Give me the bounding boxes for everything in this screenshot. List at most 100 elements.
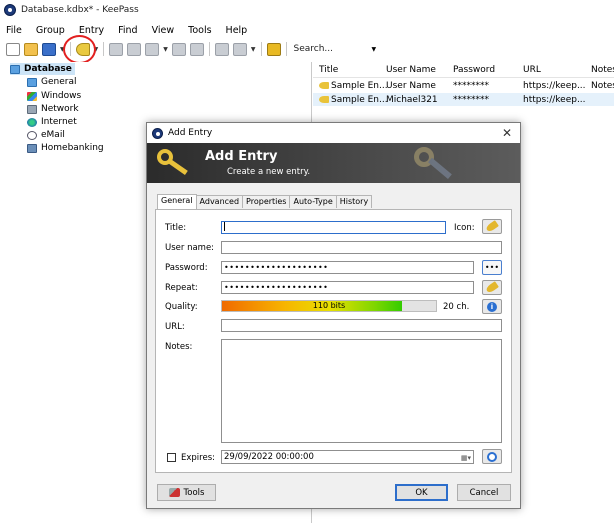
tree-item-label: eMail xyxy=(41,130,65,140)
menu-tools[interactable]: Tools xyxy=(188,25,211,36)
column-header-notes[interactable]: Notes xyxy=(591,65,614,75)
tree-item-label: Homebanking xyxy=(41,143,104,153)
ok-button[interactable]: OK xyxy=(395,484,448,501)
table-row[interactable]: Sample En... Michael321 ******** https:/… xyxy=(313,93,614,106)
quick-search-dropdown-icon[interactable]: ▼ xyxy=(372,46,377,53)
password-mask: •••••••••••••••••••• xyxy=(224,283,329,292)
url-input[interactable] xyxy=(221,319,502,332)
expires-label: Expires: xyxy=(181,453,215,463)
icon-picker-button[interactable] xyxy=(482,219,502,234)
title-bar: Database.kdbx* - KeePass xyxy=(0,0,614,20)
quality-bits-text: 110 bits xyxy=(312,301,346,310)
close-icon[interactable]: ✕ xyxy=(502,126,512,140)
print-icon[interactable] xyxy=(189,42,204,56)
expiry-presets-button[interactable] xyxy=(482,449,502,464)
generator-key-icon xyxy=(485,281,499,294)
tab-advanced[interactable]: Advanced xyxy=(195,195,244,208)
tree-item-general[interactable]: General xyxy=(27,76,76,88)
toolbar-separator xyxy=(208,42,210,56)
username-label: User name: xyxy=(165,243,215,253)
entry-password: ******** xyxy=(453,95,489,105)
copy-entry-icon[interactable] xyxy=(171,42,186,56)
keepass-window: Database.kdbx* - KeePass File Group Entr… xyxy=(0,0,614,523)
column-header-password[interactable]: Password xyxy=(453,65,495,75)
quality-chars-text: 20 ch. xyxy=(443,302,470,312)
menu-help[interactable]: Help xyxy=(226,25,248,36)
tree-item-label: Database xyxy=(24,64,72,74)
tree-item-email[interactable]: eMail xyxy=(27,129,65,141)
entry-notes: Notes xyxy=(591,81,614,91)
lock-workspace-icon[interactable] xyxy=(266,42,281,56)
tree-item-label: Network xyxy=(41,104,79,114)
menu-bar: File Group Entry Find View Tools Help xyxy=(0,22,261,38)
tree-item-label: General xyxy=(41,77,77,87)
entry-url: https://keep... xyxy=(523,95,586,105)
entry-filter-icon[interactable] xyxy=(232,42,247,56)
icon-label: Icon: xyxy=(454,223,475,233)
column-header-url[interactable]: URL xyxy=(523,65,541,75)
save-database-icon[interactable] xyxy=(42,42,56,56)
keepass-app-icon xyxy=(4,4,16,16)
open-url-icon[interactable] xyxy=(145,42,160,56)
key-icon xyxy=(319,82,329,89)
banner-subtitle: Create a new entry. xyxy=(227,167,311,177)
repeat-password-input[interactable]: •••••••••••••••••••• xyxy=(221,281,474,294)
show-password-button[interactable]: ••• xyxy=(482,260,502,275)
menu-file[interactable]: File xyxy=(6,25,22,36)
tree-item-windows[interactable]: Windows xyxy=(27,90,81,102)
expiry-date-text: 29/09/2022 00:00:00 xyxy=(224,452,314,462)
menu-find[interactable]: Find xyxy=(118,25,137,36)
highlight-circle-annotation xyxy=(63,35,96,64)
table-row[interactable]: Sample En... User Name ******** https://… xyxy=(313,79,614,92)
tools-button[interactable]: Tools xyxy=(157,484,216,501)
banner-decoration-icon xyxy=(414,143,460,183)
menu-entry[interactable]: Entry xyxy=(79,25,104,36)
clock-icon xyxy=(487,451,497,462)
title-label: Title: xyxy=(165,223,187,233)
general-tab-panel: Title: Icon: User name: Password: ••••••… xyxy=(155,209,512,473)
tab-general[interactable]: General xyxy=(157,194,197,209)
quick-search-input[interactable]: Search... xyxy=(294,44,364,54)
notes-label: Notes: xyxy=(165,342,193,352)
dialog-title-bar: Add Entry ✕ xyxy=(147,123,520,143)
column-header-title[interactable]: Title xyxy=(319,65,338,75)
dialog-banner: Add Entry Create a new entry. xyxy=(147,143,520,183)
password-mask: •••••••••••••••••••• xyxy=(224,263,329,272)
entry-filter-dropdown-icon[interactable]: ▼ xyxy=(251,46,256,53)
open-database-icon[interactable] xyxy=(24,42,38,56)
tab-history[interactable]: History xyxy=(335,195,373,208)
username-input[interactable] xyxy=(221,241,502,254)
tree-item-label: Internet xyxy=(41,117,77,127)
menu-view[interactable]: View xyxy=(152,25,175,36)
password-quality-bar: 110 bits xyxy=(221,300,437,312)
toolbar-separator xyxy=(103,42,105,56)
new-database-icon[interactable] xyxy=(6,42,20,56)
tree-item-database[interactable]: Database xyxy=(10,63,75,75)
cancel-button[interactable]: Cancel xyxy=(457,484,511,501)
menu-group[interactable]: Group xyxy=(36,25,65,36)
password-generator-button[interactable] xyxy=(482,280,502,295)
repeat-label: Repeat: xyxy=(165,283,198,293)
network-icon xyxy=(27,104,37,114)
find-icon[interactable] xyxy=(214,42,229,56)
banner-title: Add Entry xyxy=(205,149,278,164)
tree-item-homebanking[interactable]: Homebanking xyxy=(27,142,104,154)
tab-auto-type[interactable]: Auto-Type xyxy=(289,195,337,208)
tab-properties[interactable]: Properties xyxy=(242,195,291,208)
open-url-dropdown-icon[interactable]: ▼ xyxy=(163,46,168,53)
folder-icon xyxy=(10,64,20,74)
tree-item-internet[interactable]: Internet xyxy=(27,116,77,128)
quality-info-button[interactable]: i xyxy=(482,299,502,314)
entry-title: Sample En... xyxy=(319,81,388,91)
password-input[interactable]: •••••••••••••••••••• xyxy=(221,261,474,274)
calendar-dropdown-icon[interactable]: ▦▾ xyxy=(461,452,471,464)
expiry-date-input[interactable]: 29/09/2022 00:00:00 ▦▾ xyxy=(221,450,474,464)
copy-username-icon[interactable] xyxy=(109,42,124,56)
copy-password-icon[interactable] xyxy=(127,42,142,56)
tree-item-label: Windows xyxy=(41,91,82,101)
notes-textarea[interactable] xyxy=(221,339,502,443)
expires-checkbox[interactable] xyxy=(167,453,176,462)
column-header-username[interactable]: User Name xyxy=(386,65,436,75)
title-input[interactable] xyxy=(221,221,446,234)
tree-item-network[interactable]: Network xyxy=(27,103,79,115)
